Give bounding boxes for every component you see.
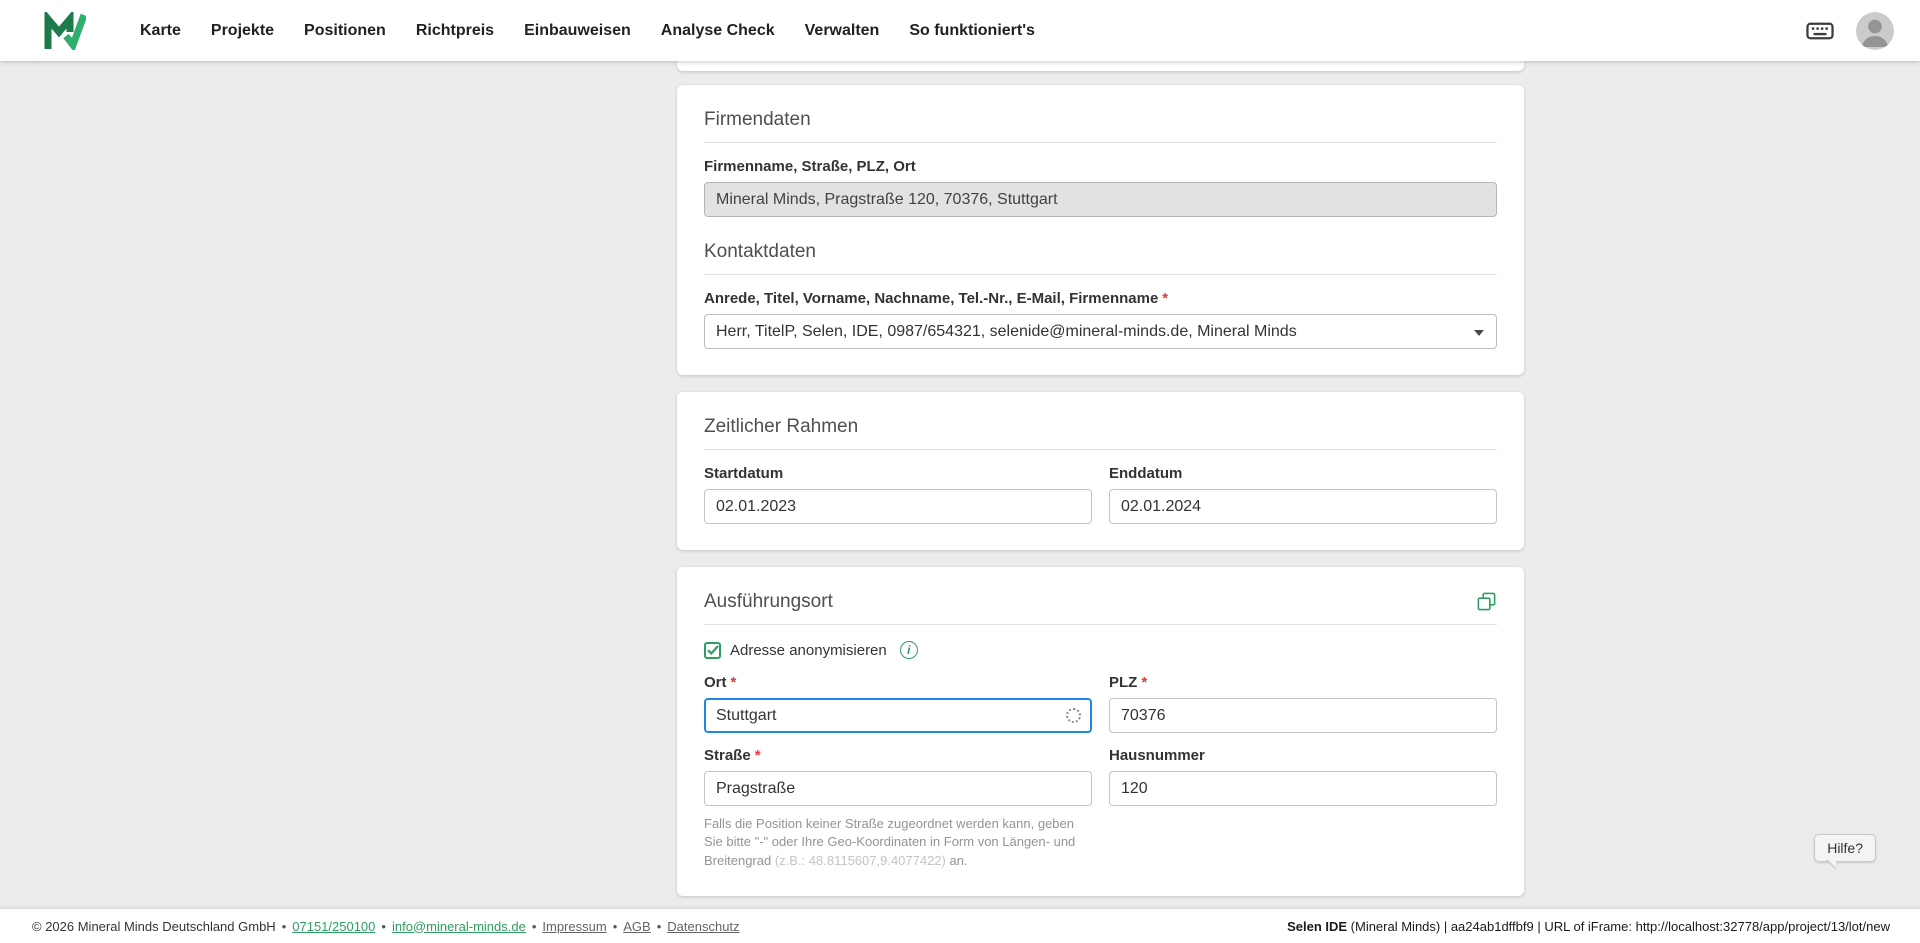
user-avatar-icon[interactable] bbox=[1856, 11, 1894, 50]
footer-separator: • bbox=[531, 918, 537, 934]
ort-label: Ort * bbox=[704, 674, 1092, 691]
kontakt-select[interactable]: Herr, TitelP, Selen, IDE, 0987/654321, s… bbox=[704, 314, 1497, 349]
footer-session-info: Selen IDE (Mineral Minds) | aa24ab1dffbf… bbox=[1287, 919, 1890, 934]
help-button[interactable]: Hilfe? bbox=[1814, 834, 1876, 870]
strasse-label: Straße * bbox=[704, 747, 1092, 764]
content-area: Firmendaten Firmenname, Straße, PLZ, Ort… bbox=[0, 61, 1920, 909]
enddatum-field: Enddatum bbox=[1109, 465, 1497, 524]
nav-item-so-funktionierts[interactable]: So funktioniert's bbox=[909, 22, 1035, 40]
plz-input[interactable] bbox=[1109, 698, 1497, 733]
navbar-right bbox=[1804, 11, 1894, 50]
kontaktdaten-title: Kontaktdaten bbox=[704, 241, 1497, 275]
ausfuehrungsort-title-row: Ausführungsort bbox=[704, 591, 1497, 625]
startdatum-input[interactable] bbox=[704, 489, 1092, 524]
hausnummer-input[interactable] bbox=[1109, 771, 1497, 806]
nav-item-projekte[interactable]: Projekte bbox=[211, 22, 274, 40]
startdatum-label: Startdatum bbox=[704, 465, 784, 482]
required-marker: * bbox=[730, 674, 737, 691]
firmenname-label: Firmenname, Straße, PLZ, Ort bbox=[704, 158, 1497, 175]
footer-email-link[interactable]: info@mineral-minds.de bbox=[392, 919, 526, 934]
nav-item-positionen[interactable]: Positionen bbox=[304, 22, 386, 40]
loading-spinner-icon bbox=[1066, 707, 1081, 723]
strasse-hint: Falls die Position keiner Straße zugeord… bbox=[704, 815, 1092, 870]
footer-datenschutz-link[interactable]: Datenschutz bbox=[667, 919, 739, 934]
app-logo-icon[interactable] bbox=[44, 11, 86, 50]
nav-item-richtpreis[interactable]: Richtpreis bbox=[416, 22, 494, 40]
main-nav: Karte Projekte Positionen Richtpreis Ein… bbox=[140, 22, 1035, 40]
hausnummer-label: Hausnummer bbox=[1109, 747, 1205, 764]
footer-separator: • bbox=[381, 918, 386, 934]
kontakt-select-value: Herr, TitelP, Selen, IDE, 0987/654321, s… bbox=[716, 322, 1297, 340]
card-ausfuehrungsort: Ausführungsort Adresse anonymisieren i O… bbox=[677, 567, 1524, 897]
check-icon bbox=[706, 645, 719, 655]
footer-session-detail: (Mineral Minds) | aa24ab1dffbf9 | URL of… bbox=[1347, 918, 1890, 934]
footer-impressum-link[interactable]: Impressum bbox=[542, 919, 606, 934]
hint-suffix: an. bbox=[945, 852, 968, 868]
plz-label-text: PLZ bbox=[1109, 674, 1138, 691]
enddatum-label: Enddatum bbox=[1109, 465, 1183, 482]
ort-input[interactable] bbox=[704, 698, 1092, 733]
chevron-down-icon bbox=[1474, 329, 1484, 336]
nav-item-karte[interactable]: Karte bbox=[140, 22, 181, 40]
plz-label: PLZ * bbox=[1109, 674, 1497, 691]
card-firmendaten: Firmendaten Firmenname, Straße, PLZ, Ort… bbox=[677, 85, 1524, 375]
ort-field: Ort * bbox=[704, 674, 1092, 733]
footer-left: © 2026 Mineral Minds Deutschland GmbH • … bbox=[32, 919, 740, 934]
ort-label-text: Ort bbox=[704, 674, 727, 691]
terminal-icon[interactable] bbox=[1804, 15, 1836, 47]
strasse-field: Straße* Falls die Position keiner Straße… bbox=[704, 747, 1092, 870]
footer-session-user: Selen IDE bbox=[1287, 918, 1348, 934]
footer-separator: • bbox=[612, 918, 618, 934]
firmenname-label-text: Firmenname, Straße, PLZ, Ort bbox=[704, 158, 916, 175]
ausfuehrungsort-title: Ausführungsort bbox=[704, 591, 833, 612]
form-column: Firmendaten Firmenname, Straße, PLZ, Ort… bbox=[677, 61, 1524, 909]
nav-item-einbauweisen[interactable]: Einbauweisen bbox=[524, 22, 631, 40]
footer-separator: • bbox=[281, 918, 287, 934]
footer-copyright: © 2026 Mineral Minds Deutschland GmbH bbox=[32, 918, 276, 934]
partial-card-top bbox=[677, 61, 1524, 71]
copy-icon[interactable] bbox=[1476, 591, 1497, 612]
footer: © 2026 Mineral Minds Deutschland GmbH • … bbox=[0, 909, 1920, 943]
zeitraum-title: Zeitlicher Rahmen bbox=[704, 416, 1497, 450]
firmendaten-title: Firmendaten bbox=[704, 109, 1497, 143]
required-marker: * bbox=[1141, 674, 1148, 691]
anonymize-row: Adresse anonymisieren i bbox=[704, 641, 1497, 659]
startdatum-field: Startdatum bbox=[704, 465, 1092, 524]
kontakt-label: Anrede, Titel, Vorname, Nachname, Tel.-N… bbox=[704, 290, 1497, 307]
enddatum-input[interactable] bbox=[1109, 489, 1497, 524]
nav-item-verwalten[interactable]: Verwalten bbox=[805, 22, 880, 40]
footer-phone-link[interactable]: 07151/250100 bbox=[292, 919, 375, 934]
footer-separator: • bbox=[656, 918, 662, 934]
info-icon[interactable]: i bbox=[899, 641, 918, 659]
anonymize-checkbox[interactable] bbox=[704, 641, 721, 659]
card-zeitlicher-rahmen: Zeitlicher Rahmen Startdatum Enddatum bbox=[677, 392, 1524, 550]
kontakt-label-text: Anrede, Titel, Vorname, Nachname, Tel.-N… bbox=[704, 290, 1159, 307]
hint-example: (z.B.: 48.8115607,9.4077422) bbox=[774, 852, 946, 868]
strasse-label-text: Straße bbox=[704, 747, 751, 764]
footer-agb-link[interactable]: AGB bbox=[623, 919, 650, 934]
anonymize-label: Adresse anonymisieren bbox=[730, 641, 887, 659]
required-marker: * bbox=[754, 747, 761, 764]
plz-field: PLZ * bbox=[1109, 674, 1497, 733]
nav-item-analyse-check[interactable]: Analyse Check bbox=[661, 22, 775, 40]
strasse-input[interactable] bbox=[704, 771, 1092, 806]
required-marker: * bbox=[1162, 290, 1169, 307]
hausnummer-field: Hausnummer bbox=[1109, 747, 1497, 870]
firmenname-readonly-field: Mineral Minds, Pragstraße 120, 70376, St… bbox=[704, 182, 1497, 217]
top-navbar: Karte Projekte Positionen Richtpreis Ein… bbox=[0, 0, 1920, 61]
